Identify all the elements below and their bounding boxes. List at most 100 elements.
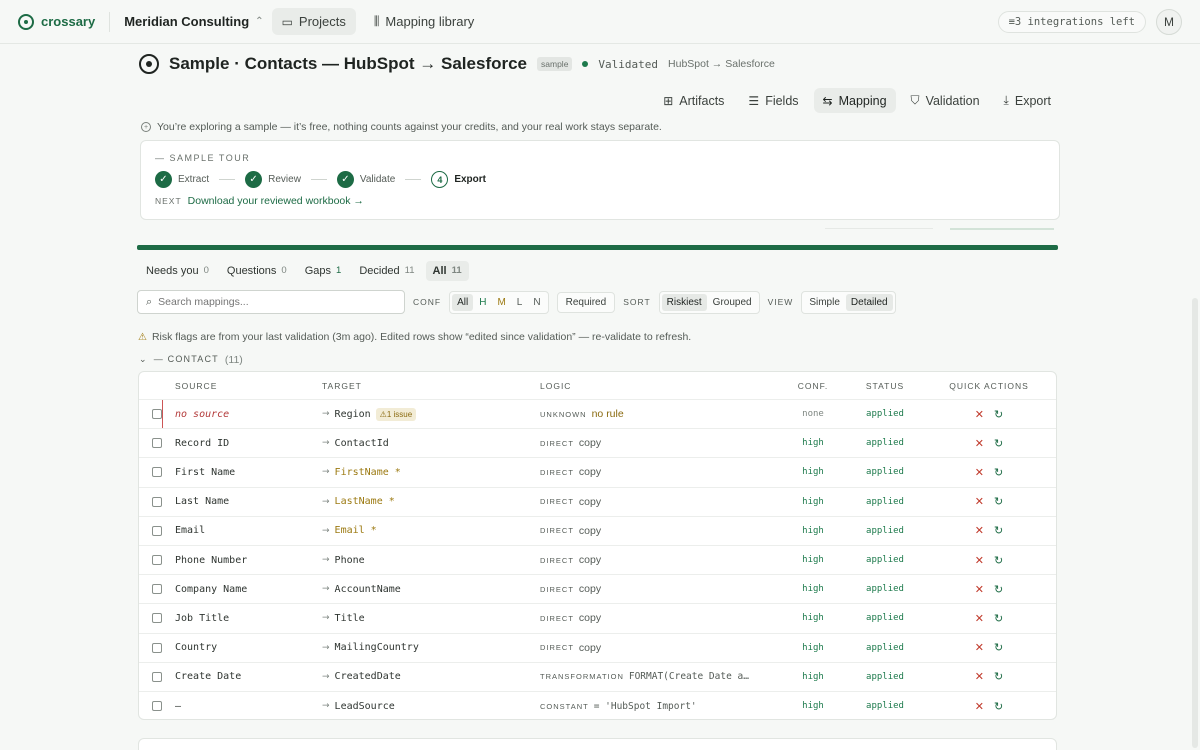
target-field[interactable]: Region [335,409,371,420]
scrollbar[interactable] [1192,298,1198,748]
table-row[interactable]: Company Name → AccountName DIRECT copy high ap… [139,575,1056,605]
target-field[interactable]: LeadSource [335,701,395,712]
tab-fields[interactable]: ☰ Fields [739,88,807,113]
confidence: high [802,555,824,566]
filter-gaps[interactable]: Gaps 1 [298,261,349,281]
table-row[interactable]: — → LeadSource CONSTANT = 'HubSpot Import' hi… [139,692,1056,719]
revert-icon[interactable]: ↻ [994,408,1003,421]
filter-all[interactable]: All 11 [425,261,469,281]
table-row[interactable]: Create Date → CreatedDate TRANSFORMATION FOR… [139,663,1056,692]
row-checkbox[interactable] [152,525,162,536]
conf-low[interactable]: L [512,294,528,311]
reject-icon[interactable]: ✕ [975,554,984,567]
table-row[interactable]: Record ID → ContactId DIRECT copy high applied… [139,429,1056,459]
conf-all[interactable]: All [452,293,474,311]
revert-icon[interactable]: ↻ [994,466,1003,479]
revert-icon[interactable]: ↻ [994,437,1003,450]
view-detailed[interactable]: Detailed [845,293,893,311]
row-checkbox[interactable] [152,496,162,507]
info-icon: + [141,122,151,132]
table-row[interactable]: Email → Email * DIRECT copy high applied ✕ ↻ [139,517,1056,546]
revert-icon[interactable]: ↻ [994,554,1003,567]
filter-decided[interactable]: Decided 11 [352,261,421,281]
reject-icon[interactable]: ✕ [975,408,984,421]
reject-icon[interactable]: ✕ [975,437,984,450]
reject-icon[interactable]: ✕ [975,466,984,479]
target-field[interactable]: ContactId [335,438,389,449]
download-workbook-link[interactable]: Download your reviewed workbook → [188,195,364,207]
filter-needs-you[interactable]: Needs you 0 [139,261,216,281]
nav-tab-mapping-library[interactable]: ⫼ Mapping library [364,8,484,35]
search-box[interactable]: ⌕ [137,290,405,314]
conf-high[interactable]: H [474,294,491,311]
table-row[interactable]: no source → Region ⚠1 issue UNKNOWN no rule no… [139,400,1056,430]
row-checkbox[interactable] [152,555,162,566]
row-checkbox[interactable] [152,613,162,624]
target-field[interactable]: CreatedDate [335,671,401,682]
logic-kind: UNKNOWN [540,409,587,419]
org-switcher[interactable]: Meridian Consulting ⌃ [124,14,263,29]
target-field[interactable]: AccountName [335,584,401,595]
row-checkbox[interactable] [152,642,162,653]
tour-step-extract[interactable]: ✓ Extract [155,171,209,188]
target-field[interactable]: Title [335,613,365,624]
tour-step-validate[interactable]: ✓ Validate [336,171,395,188]
required-toggle[interactable]: Required [556,291,616,313]
sort-riskiest[interactable]: Riskiest [661,293,707,311]
revert-icon[interactable]: ↻ [994,524,1003,537]
reject-icon[interactable]: ✕ [975,583,984,596]
arrow-right-icon: → [322,671,330,682]
row-checkbox[interactable] [152,701,162,712]
table-row[interactable]: First Name → FirstName * DIRECT copy high appl… [139,458,1056,488]
table-row[interactable]: Last Name → LastName * DIRECT copy high applie… [139,488,1056,517]
revert-icon[interactable]: ↻ [994,641,1003,654]
row-checkbox[interactable] [152,409,162,420]
reject-icon[interactable]: ✕ [975,524,984,537]
search-input[interactable] [158,296,389,308]
tour-step-review[interactable]: ✓ Review [245,171,301,188]
revert-icon[interactable]: ↻ [994,670,1003,683]
revert-icon[interactable]: ↻ [994,700,1003,713]
tab-validation[interactable]: ⛉ Validation [902,88,989,113]
table-row[interactable]: Phone Number → Phone DIRECT copy high applied ✕… [139,546,1056,576]
sort-grouped[interactable]: Grouped [708,294,757,311]
revert-icon[interactable]: ↻ [994,583,1003,596]
avatar[interactable]: M [1156,8,1182,35]
row-checkbox[interactable] [152,671,162,682]
tab-mapping[interactable]: ⇆ Mapping [813,88,896,113]
app-logo[interactable]: crossary [18,13,95,30]
group-header-contact[interactable]: ⌄ — CONTACT (11) [139,354,243,366]
table-row[interactable]: Job Title → Title DIRECT copy high applied ✕ ↻ [139,604,1056,634]
reject-icon[interactable]: ✕ [975,670,984,683]
tour-next: NEXT Download your reviewed workbook → [155,195,1045,207]
row-checkbox[interactable] [152,584,162,595]
reject-icon[interactable]: ✕ [975,612,984,625]
project-tabs: ⊞ Artifacts ☰ Fields ⇆ Mapping ⛉ Validation … [654,88,1060,113]
reject-icon[interactable]: ✕ [975,700,984,713]
tour-step-export[interactable]: 4 Export [431,171,486,188]
conf-medium[interactable]: M [492,294,510,311]
check-icon: ✓ [155,171,172,188]
nav-tab-projects[interactable]: ▭ Projects [271,8,356,35]
row-checkbox[interactable] [152,467,162,478]
integrations-left-pill[interactable]: ≡3 integrations left [997,10,1146,33]
revert-icon[interactable]: ↻ [994,495,1003,508]
reject-icon[interactable]: ✕ [975,641,984,654]
logic-kind: CONSTANT [540,701,589,711]
row-checkbox[interactable] [152,438,162,449]
table-row[interactable]: Country → MailingCountry DIRECT copy high appl… [139,634,1056,663]
divider [109,11,111,32]
target-field[interactable]: MailingCountry [335,642,419,653]
filter-questions[interactable]: Questions 0 [220,261,294,281]
conf-none[interactable]: N [528,294,545,311]
tab-export[interactable]: ⤓ Export [995,88,1060,113]
target-field[interactable]: Email * [335,525,377,536]
tab-artifacts[interactable]: ⊞ Artifacts [654,88,733,113]
revert-icon[interactable]: ↻ [994,612,1003,625]
reject-icon[interactable]: ✕ [975,495,984,508]
view-simple[interactable]: Simple [804,294,845,311]
target-field[interactable]: FirstName * [335,467,401,478]
target-field[interactable]: Phone [335,555,365,566]
target-field[interactable]: LastName * [335,496,395,507]
issue-badge[interactable]: ⚠1 issue [375,407,417,421]
